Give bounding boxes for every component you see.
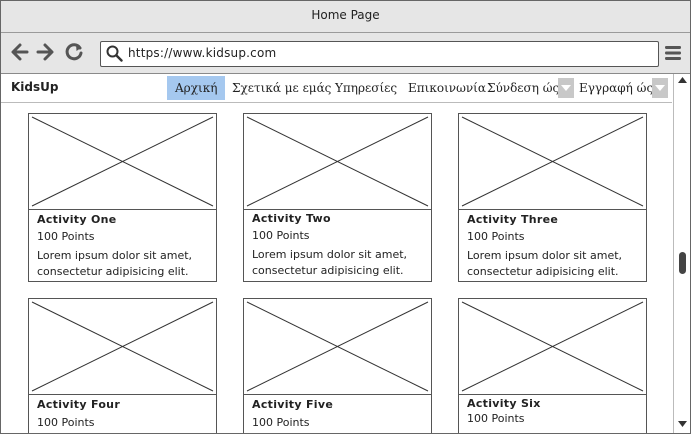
activity-card[interactable]: Activity Five 100 Points	[243, 298, 432, 433]
activity-title: Activity Five	[252, 398, 334, 411]
scroll-up-arrow-icon[interactable]	[678, 77, 687, 83]
nav-home[interactable]: Αρχική	[167, 76, 226, 100]
image-placeholder-icon	[29, 301, 216, 395]
scroll-thumb[interactable]	[679, 252, 686, 274]
image-placeholder-icon	[29, 116, 216, 210]
image-placeholder-icon	[459, 116, 646, 210]
vertical-scrollbar[interactable]	[673, 74, 690, 433]
activity-card[interactable]: Activity One 100 Points Lorem ipsum dolo…	[28, 113, 217, 282]
brand-logo[interactable]: KidsUp	[11, 80, 58, 94]
back-arrow-icon[interactable]	[9, 41, 31, 63]
activity-title: Activity One	[37, 213, 117, 226]
nav-services[interactable]: Υπηρεσίες	[335, 81, 397, 95]
activity-description: Lorem ipsum dolor sit amet, consectetur …	[252, 248, 408, 277]
login-dropdown-button[interactable]	[558, 78, 574, 98]
activity-card[interactable]: Activity Two 100 Points Lorem ipsum dolo…	[243, 113, 432, 282]
url-text: https://www.kidsup.com	[128, 46, 277, 60]
browser-toolbar: https://www.kidsup.com	[1, 33, 690, 74]
image-placeholder-icon	[459, 301, 646, 395]
forward-arrow-icon[interactable]	[34, 41, 56, 63]
nav-login[interactable]: Σύνδεση ώς	[487, 81, 559, 95]
activity-points: 100 Points	[252, 416, 310, 429]
image-placeholder-icon	[244, 116, 431, 210]
register-dropdown-button[interactable]	[652, 78, 668, 98]
activity-card[interactable]: Activity Four 100 Points	[28, 298, 217, 433]
activity-description: Lorem ipsum dolor sit amet, consectetur …	[467, 249, 623, 278]
address-bar[interactable]: https://www.kidsup.com	[100, 41, 659, 67]
nav-contact[interactable]: Επικοινωνία	[408, 81, 486, 95]
activity-title: Activity Two	[252, 212, 331, 225]
browser-window: Home Page https://www.kidsup.com KidsUp …	[0, 0, 691, 434]
chevron-down-icon	[655, 85, 665, 91]
activity-card[interactable]: Activity Six 100 Points	[458, 298, 647, 433]
window-title: Home Page	[311, 8, 380, 22]
activity-title: Activity Four	[37, 398, 121, 411]
reload-icon[interactable]	[63, 41, 85, 63]
nav-about[interactable]: Σχετικά με εμάς	[232, 81, 331, 95]
title-bar: Home Page	[1, 1, 690, 33]
activity-points: 100 Points	[37, 230, 95, 243]
activity-points: 100 Points	[37, 416, 95, 429]
activity-points: 100 Points	[252, 229, 310, 242]
site-navbar: KidsUp Αρχική Σχετικά με εμάς Υπηρεσίες …	[1, 74, 672, 103]
activity-card[interactable]: Activity Three 100 Points Lorem ipsum do…	[458, 113, 647, 282]
activity-title: Activity Six	[467, 397, 541, 410]
activity-title: Activity Three	[467, 213, 559, 226]
activity-description: Lorem ipsum dolor sit amet, consectetur …	[37, 249, 193, 278]
activities-grid: Activity One 100 Points Lorem ipsum dolo…	[1, 103, 672, 433]
scroll-down-arrow-icon[interactable]	[678, 421, 687, 427]
activity-points: 100 Points	[467, 412, 525, 425]
nav-register[interactable]: Εγγραφή ώς	[579, 81, 653, 95]
search-icon	[106, 45, 123, 62]
activity-points: 100 Points	[467, 230, 525, 243]
hamburger-menu-icon[interactable]	[665, 45, 681, 61]
image-placeholder-icon	[244, 301, 431, 395]
chevron-down-icon	[561, 85, 571, 91]
